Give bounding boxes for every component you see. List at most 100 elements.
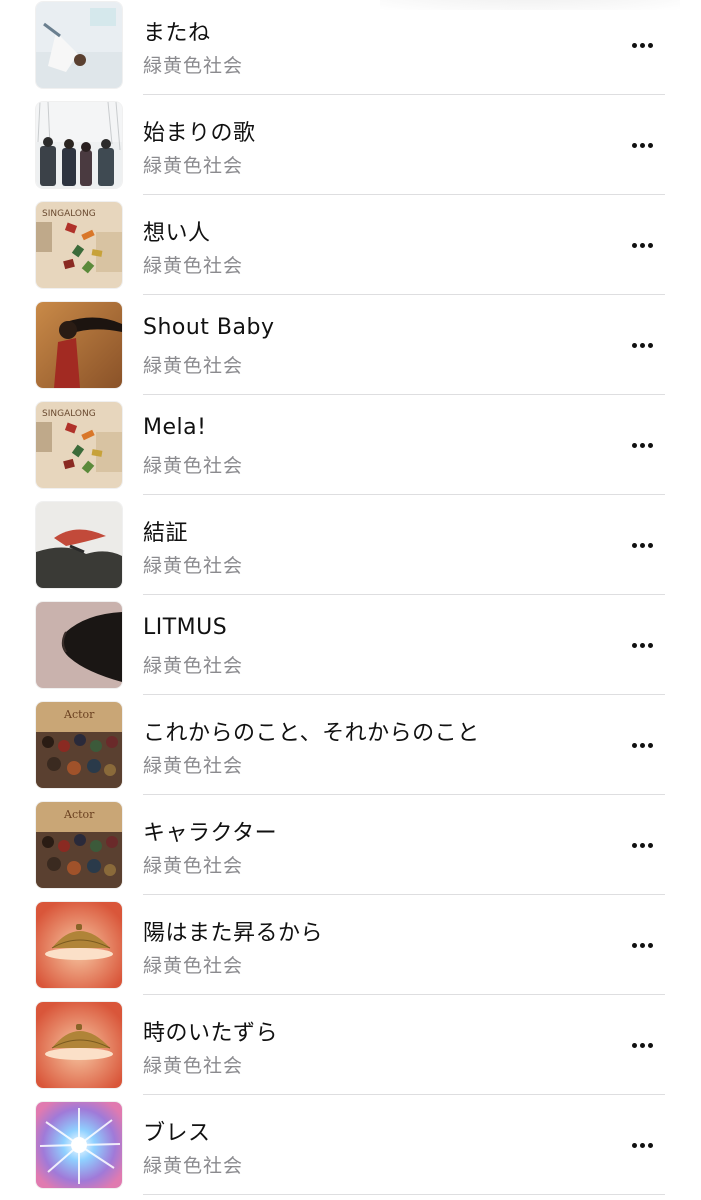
ellipsis-dot <box>647 42 653 48</box>
more-options-button[interactable] <box>620 930 664 960</box>
ellipsis-dot <box>647 142 653 148</box>
song-title: これからのこと、それからのこと <box>143 721 480 746</box>
album-art-bless <box>36 1102 122 1188</box>
song-artist: 緑黄色社会 <box>143 655 244 677</box>
ellipsis-icon <box>631 542 637 548</box>
song-row[interactable]: 陽はまた昇るから 緑黄色社会 <box>0 900 701 1000</box>
svg-text:SINGALONG: SINGALONG <box>42 409 96 419</box>
album-art-shout-baby <box>36 302 122 388</box>
ellipsis-dot <box>639 342 645 348</box>
ellipsis-icon <box>631 242 637 248</box>
more-options-button[interactable] <box>620 530 664 560</box>
song-title: 時のいたずら <box>143 1021 279 1046</box>
more-options-button[interactable] <box>620 1030 664 1060</box>
ellipsis-dot <box>639 242 645 248</box>
ellipsis-icon <box>631 742 637 748</box>
more-options-button[interactable] <box>620 730 664 760</box>
album-art-cloche <box>36 1002 122 1088</box>
ellipsis-icon <box>631 442 637 448</box>
song-title: またね <box>143 21 211 46</box>
album-art-actor: Actor <box>36 702 122 788</box>
song-artist: 緑黄色社会 <box>143 155 244 177</box>
song-row[interactable]: ブレス 緑黄色社会 <box>0 1100 701 1200</box>
more-options-button[interactable] <box>620 830 664 860</box>
more-options-button[interactable] <box>620 1130 664 1160</box>
ellipsis-dot <box>639 1042 645 1048</box>
song-artist: 緑黄色社会 <box>143 555 244 577</box>
ellipsis-icon <box>631 842 637 848</box>
ellipsis-icon <box>631 42 637 48</box>
album-art-cloche <box>36 902 122 988</box>
song-row[interactable]: Actor キャラクター 緑黄色社会 <box>0 800 701 900</box>
song-title: キャラクター <box>143 821 278 846</box>
song-title: 結証 <box>143 521 189 546</box>
ellipsis-dot <box>647 842 653 848</box>
ellipsis-icon <box>631 942 637 948</box>
song-artist: 緑黄色社会 <box>143 1055 244 1077</box>
song-artist: 緑黄色社会 <box>143 455 244 477</box>
song-artist: 緑黄色社会 <box>143 255 244 277</box>
song-row[interactable]: Actor これからのこと、それからのこと 緑黄色社会 <box>0 700 701 800</box>
row-separator <box>143 694 665 695</box>
svg-text:Actor: Actor <box>63 808 95 821</box>
album-art-litmus <box>36 602 122 688</box>
row-separator <box>143 494 665 495</box>
row-separator <box>143 794 665 795</box>
song-title: ブレス <box>143 1121 211 1146</box>
ellipsis-dot <box>639 942 645 948</box>
ellipsis-dot <box>647 742 653 748</box>
song-row[interactable]: LITMUS 緑黄色社会 <box>0 600 701 700</box>
row-separator <box>143 1094 665 1095</box>
row-separator <box>143 994 665 995</box>
song-artist: 緑黄色社会 <box>143 855 244 877</box>
song-row[interactable]: SINGALONG 想い人 緑黄色社会 <box>0 200 701 300</box>
more-options-button[interactable] <box>620 630 664 660</box>
ellipsis-icon <box>631 1042 637 1048</box>
song-row[interactable]: またね 緑黄色社会 <box>0 0 701 100</box>
row-separator <box>143 94 665 95</box>
song-artist: 緑黄色社会 <box>143 955 244 977</box>
ellipsis-dot <box>647 242 653 248</box>
more-options-button[interactable] <box>620 130 664 160</box>
row-separator <box>143 1194 665 1195</box>
ellipsis-dot <box>639 842 645 848</box>
ellipsis-dot <box>647 342 653 348</box>
song-title: LITMUS <box>143 615 228 640</box>
song-artist: 緑黄色社会 <box>143 355 244 377</box>
album-art-kessho <box>36 502 122 588</box>
more-options-button[interactable] <box>620 230 664 260</box>
ellipsis-icon <box>631 642 637 648</box>
ellipsis-dot <box>647 442 653 448</box>
album-art-singalong: SINGALONG <box>36 402 122 488</box>
ellipsis-dot <box>647 642 653 648</box>
song-artist: 緑黄色社会 <box>143 55 244 77</box>
album-art-singalong: SINGALONG <box>36 202 122 288</box>
song-artist: 緑黄色社会 <box>143 1155 244 1177</box>
more-options-button[interactable] <box>620 430 664 460</box>
ellipsis-dot <box>639 542 645 548</box>
song-row[interactable]: SINGALONG Mela! 緑黄色社会 <box>0 400 701 500</box>
ellipsis-dot <box>647 542 653 548</box>
row-separator <box>143 594 665 595</box>
more-options-button[interactable] <box>620 330 664 360</box>
ellipsis-icon <box>631 1142 637 1148</box>
ellipsis-dot <box>639 642 645 648</box>
album-art-hajimari-no-uta <box>36 102 122 188</box>
album-art-mata-ne <box>36 2 122 88</box>
ellipsis-dot <box>639 142 645 148</box>
row-separator <box>143 394 665 395</box>
song-title: Mela! <box>143 415 207 440</box>
more-options-button[interactable] <box>620 30 664 60</box>
album-art-actor: Actor <box>36 802 122 888</box>
song-row[interactable]: 時のいたずら 緑黄色社会 <box>0 1000 701 1100</box>
row-separator <box>143 294 665 295</box>
song-title: 陽はまた昇るから <box>143 921 324 946</box>
song-row[interactable]: Shout Baby 緑黄色社会 <box>0 300 701 400</box>
ellipsis-icon <box>631 342 637 348</box>
svg-text:SINGALONG: SINGALONG <box>42 209 96 219</box>
ellipsis-dot <box>639 442 645 448</box>
ellipsis-dot <box>647 942 653 948</box>
song-row[interactable]: 結証 緑黄色社会 <box>0 500 701 600</box>
song-title: 始まりの歌 <box>143 121 256 146</box>
song-row[interactable]: 始まりの歌 緑黄色社会 <box>0 100 701 200</box>
